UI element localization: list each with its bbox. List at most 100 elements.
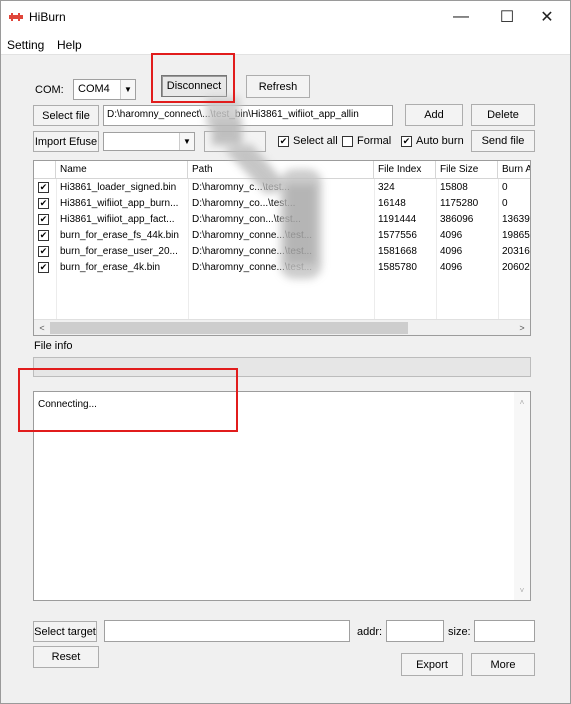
table-row[interactable]: ✔ Hi3861_wifiiot_app_fact... D:\haromny_co… — [34, 212, 530, 228]
row-checkbox[interactable]: ✔ — [38, 198, 49, 209]
export-button[interactable]: Export — [401, 653, 463, 676]
header-check-col — [34, 161, 56, 179]
close-button[interactable]: ✕ — [524, 1, 570, 33]
row-checkbox[interactable]: ✔ — [38, 214, 49, 225]
table-row[interactable]: ✔ burn_for_erase_fs_44k.bin D:\haromny_con… — [34, 228, 530, 244]
row-checkbox[interactable]: ✔ — [38, 246, 49, 257]
addr-label: addr: — [357, 626, 383, 638]
row-path: D:\haromny_conne...\test... — [192, 262, 313, 273]
file-info-label: File info — [34, 340, 73, 352]
scroll-right-icon[interactable]: > — [514, 320, 530, 335]
row-check-cell: ✔ — [34, 196, 56, 212]
delete-button[interactable]: Delete — [471, 104, 535, 126]
row-checkbox[interactable]: ✔ — [38, 230, 49, 241]
efuse-select[interactable]: ▼ — [103, 132, 195, 151]
auto-burn-label: Auto burn — [416, 135, 464, 147]
table-row[interactable]: ✔ burn_for_erase_user_20... D:\haromny_con… — [34, 244, 530, 260]
row-burn-addr: 0 — [502, 198, 508, 209]
efuse-action-button[interactable] — [204, 131, 266, 152]
menu-setting[interactable]: Setting — [7, 38, 44, 52]
row-file-index: 1581668 — [378, 246, 417, 257]
row-burn-addr: 0 — [502, 182, 508, 193]
file-path-input[interactable]: D:\haromny_connect\...\test_bin\Hi3861_w… — [103, 105, 393, 126]
row-file-size: 15808 — [440, 182, 468, 193]
row-file-index: 1585780 — [378, 262, 417, 273]
row-name: burn_for_erase_4k.bin — [60, 262, 161, 273]
row-checkbox[interactable]: ✔ — [38, 262, 49, 273]
com-port-value: COM4 — [78, 83, 110, 95]
table-row[interactable]: ✔ Hi3861_wifiiot_app_burn... D:\haromny_co… — [34, 196, 530, 212]
size-input[interactable] — [474, 620, 535, 642]
import-efuse-button[interactable]: Import Efuse — [33, 131, 99, 152]
select-all-checkbox[interactable]: ✔ Select all — [278, 135, 338, 147]
table-header: Name Path File Index File Size Burn A — [34, 161, 530, 179]
size-label: size: — [448, 626, 471, 638]
row-path: D:\haromny_co...\test... — [192, 198, 296, 209]
scroll-down-icon[interactable]: ˅ — [514, 582, 530, 598]
minimize-button[interactable]: — — [438, 1, 484, 33]
reset-button[interactable]: Reset — [33, 646, 99, 668]
scroll-thumb[interactable] — [50, 322, 408, 334]
addr-input[interactable] — [386, 620, 444, 642]
send-file-button[interactable]: Send file — [471, 130, 535, 152]
select-file-button[interactable]: Select file — [33, 105, 99, 126]
col-file-size[interactable]: File Size — [436, 161, 498, 179]
horizontal-scrollbar[interactable]: < > — [34, 319, 530, 335]
row-path: D:\haromny_conne...\test... — [192, 230, 313, 241]
row-check-cell: ✔ — [34, 212, 56, 228]
row-file-size: 4096 — [440, 262, 463, 273]
refresh-button[interactable]: Refresh — [246, 75, 310, 98]
formal-label: Formal — [357, 135, 392, 147]
scroll-left-icon[interactable]: < — [34, 320, 50, 335]
col-path[interactable]: Path — [188, 161, 374, 179]
select-target-button[interactable]: Select target — [33, 621, 97, 642]
window-title: HiBurn — [29, 10, 66, 24]
close-icon: ✕ — [540, 9, 554, 26]
row-check-cell: ✔ — [34, 260, 56, 276]
table-row[interactable]: ✔ burn_for_erase_4k.bin D:\haromny_conne..… — [34, 260, 530, 276]
app-logo-icon — [9, 13, 23, 21]
highlight-log — [18, 368, 238, 432]
add-button[interactable]: Add — [405, 104, 463, 126]
formal-checkbox[interactable]: Formal — [342, 135, 391, 147]
row-name: Hi3861_wifiiot_app_fact... — [60, 214, 175, 225]
row-path: D:\haromny_conne...\test... — [192, 246, 313, 257]
target-input[interactable] — [104, 620, 350, 642]
row-burn-addr: 20316 — [502, 246, 530, 257]
row-path: D:\haromny_c...\test... — [192, 182, 290, 193]
row-file-size: 4096 — [440, 246, 463, 257]
maximize-icon: ☐ — [499, 9, 515, 26]
row-file-size: 1175280 — [440, 198, 479, 209]
com-label: COM: — [35, 84, 64, 96]
menu-help[interactable]: Help — [57, 38, 82, 52]
row-check-cell: ✔ — [34, 228, 56, 244]
row-name: Hi3861_loader_signed.bin — [60, 182, 177, 193]
row-name: Hi3861_wifiiot_app_burn... — [60, 198, 179, 209]
auto-burn-check[interactable]: ✔ — [401, 135, 412, 147]
chevron-down-icon: ▼ — [179, 133, 194, 150]
row-file-index: 16148 — [378, 198, 406, 209]
select-all-check[interactable]: ✔ — [278, 135, 289, 147]
row-file-index: 1577556 — [378, 230, 417, 241]
row-file-size: 4096 — [440, 230, 463, 241]
table-row[interactable]: ✔ Hi3861_loader_signed.bin D:\haromny_c...… — [34, 180, 530, 196]
row-burn-addr: 19865 — [502, 230, 530, 241]
more-button[interactable]: More — [471, 653, 535, 676]
row-file-index: 324 — [378, 182, 395, 193]
vertical-scrollbar[interactable]: ˄ ˅ — [514, 392, 530, 600]
row-checkbox[interactable]: ✔ — [38, 182, 49, 193]
file-table: Name Path File Index File Size Burn A ✔ H… — [33, 160, 531, 336]
chevron-down-icon: ▼ — [120, 80, 135, 99]
title-bar: HiBurn — ☐ ✕ — [1, 1, 570, 33]
row-file-size: 386096 — [440, 214, 474, 225]
com-port-select[interactable]: COM4 ▼ — [73, 79, 136, 100]
col-burn-addr[interactable]: Burn A — [498, 161, 530, 179]
auto-burn-checkbox[interactable]: ✔ Auto burn — [401, 135, 464, 147]
highlight-disconnect — [151, 53, 235, 103]
col-name[interactable]: Name — [56, 161, 188, 179]
formal-check[interactable] — [342, 135, 353, 147]
row-file-index: 1191444 — [378, 214, 417, 225]
col-file-index[interactable]: File Index — [374, 161, 436, 179]
scroll-up-icon[interactable]: ˄ — [514, 394, 530, 410]
row-burn-addr: 20602 — [502, 262, 530, 273]
